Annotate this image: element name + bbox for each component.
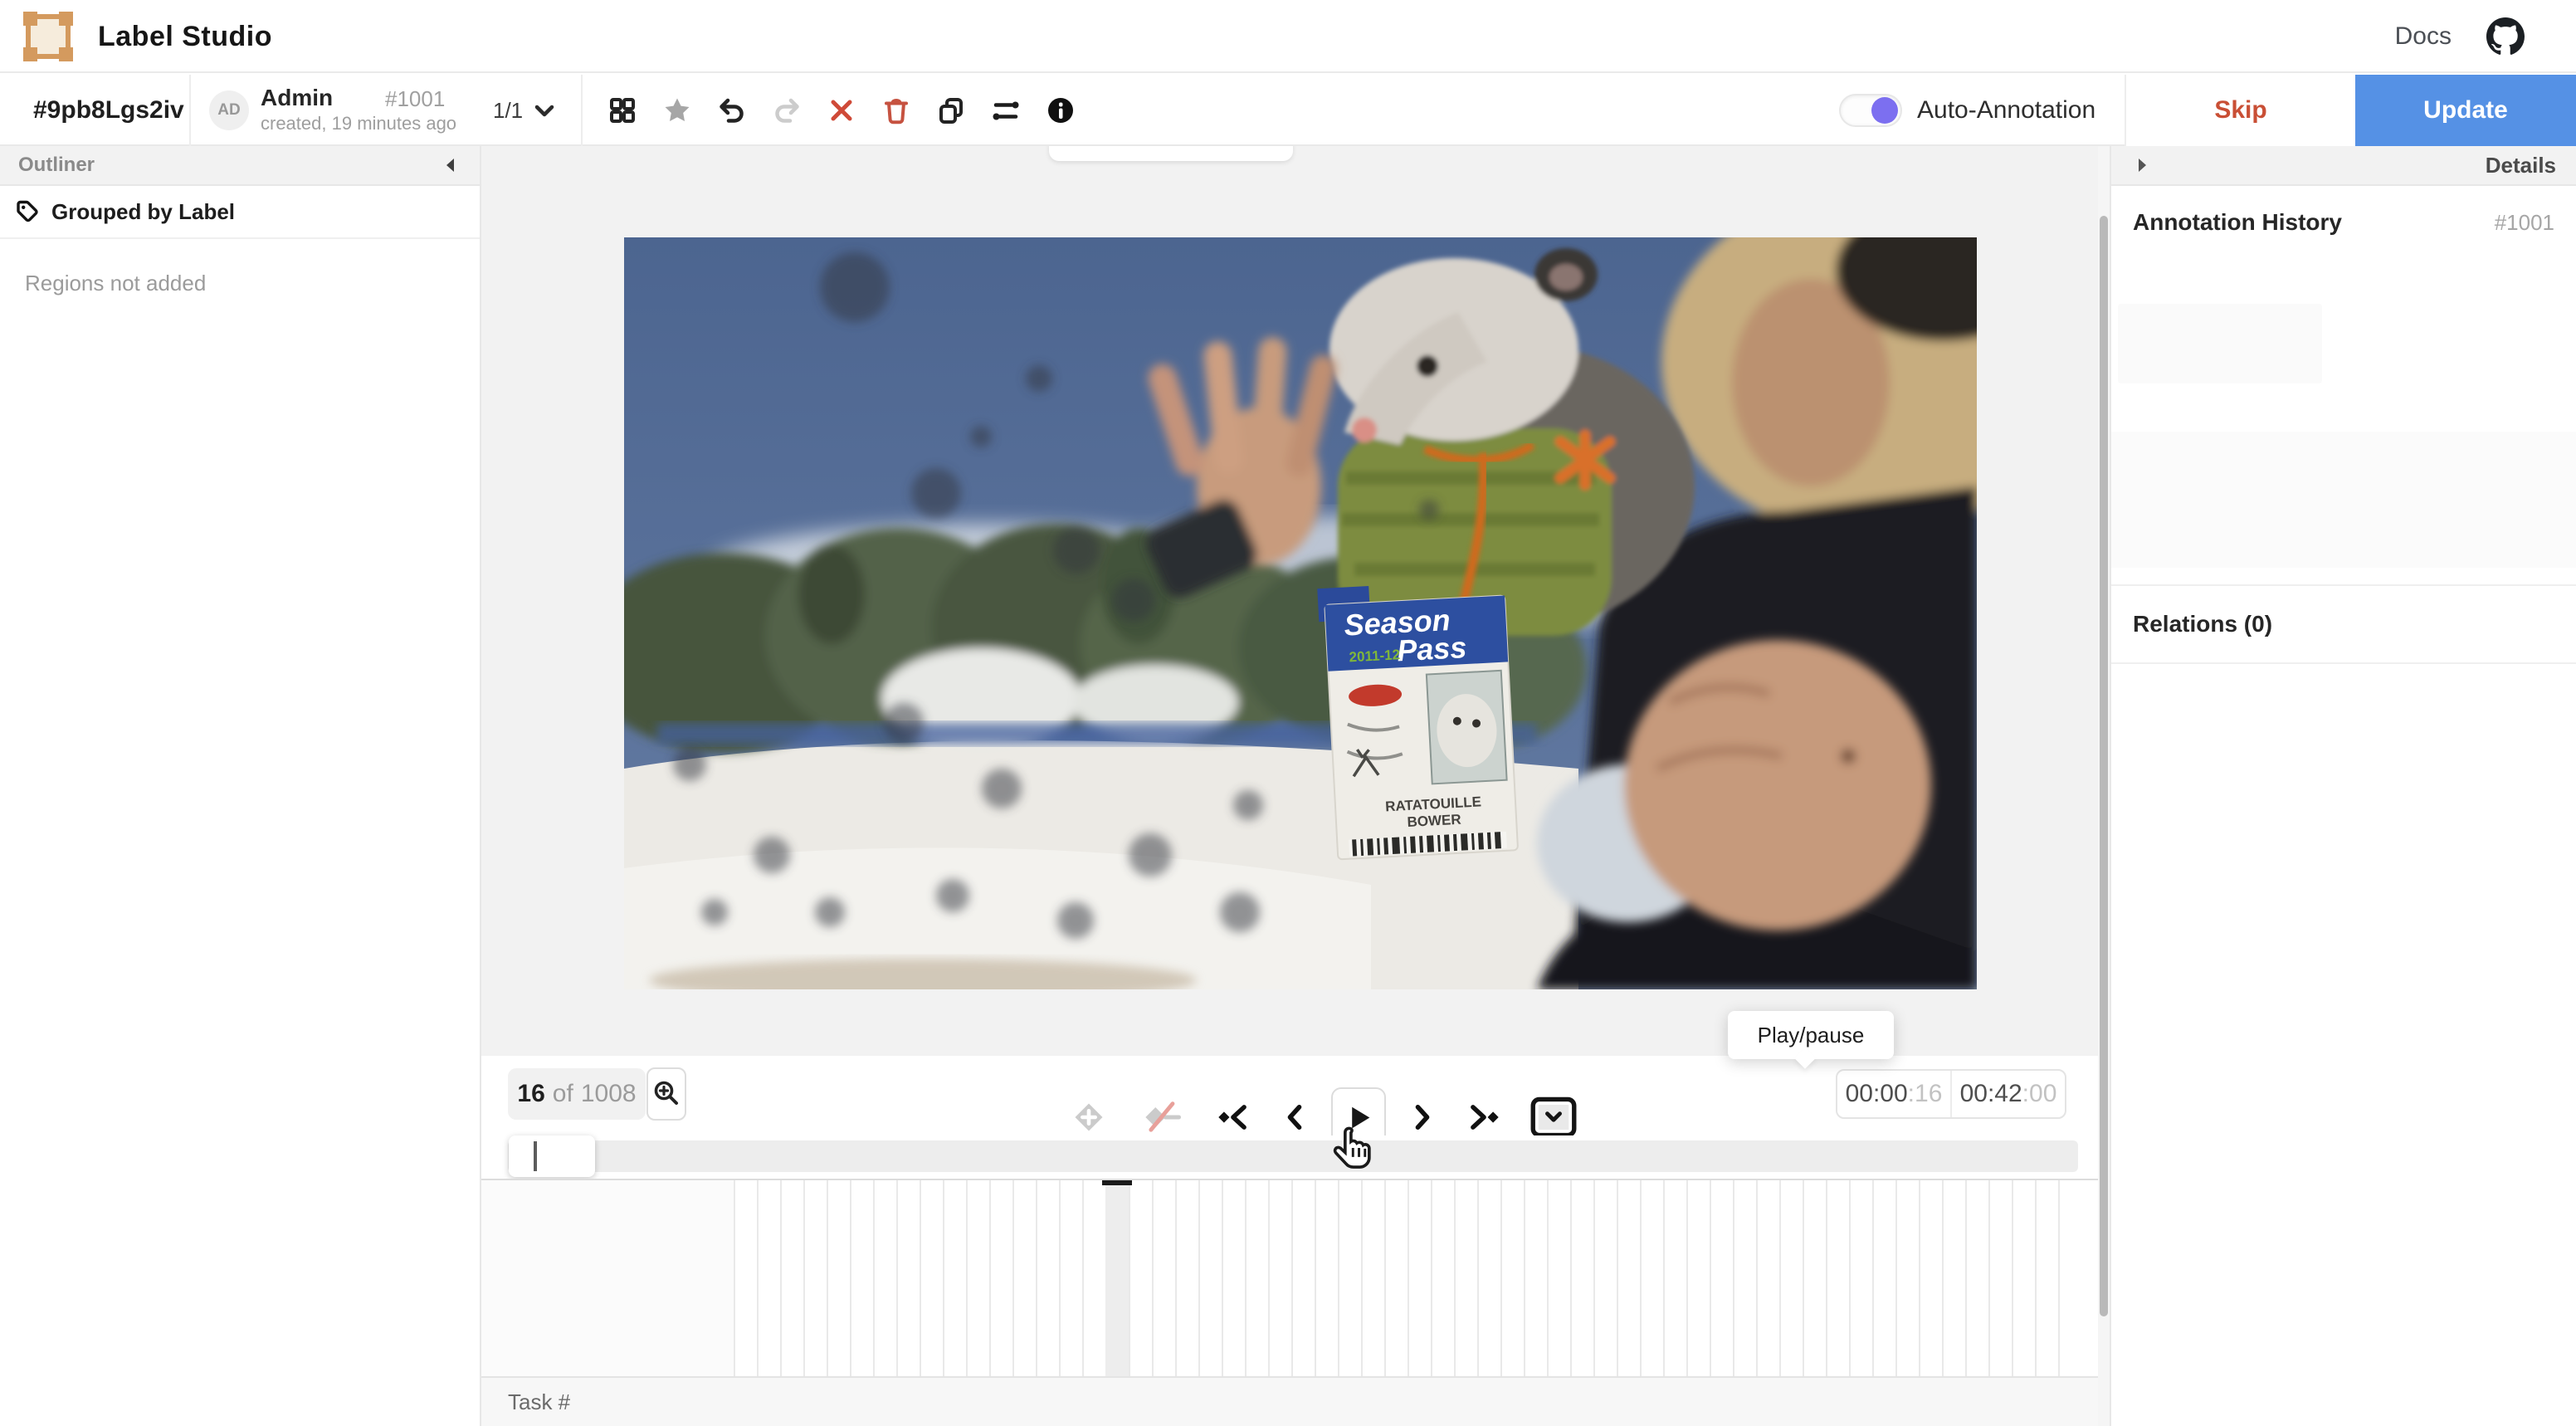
outliner-header: Outliner	[18, 154, 95, 177]
annotation-toolbar	[607, 95, 1076, 125]
frames-timeline[interactable]	[481, 1179, 2098, 1376]
badge-title-line2: Pass	[1396, 630, 1467, 667]
next-frame-icon	[1406, 1101, 1439, 1134]
collapse-left-icon[interactable]	[440, 154, 461, 176]
timeline-collapse-icon	[1530, 1096, 1577, 1138]
docs-link[interactable]: Docs	[2395, 0, 2452, 73]
badge-year: 2011-12	[1349, 647, 1400, 665]
chevron-down-icon[interactable]	[529, 95, 559, 125]
keyframe-remove-button[interactable]	[1134, 1099, 1192, 1135]
next-keyframe-icon	[1465, 1101, 1501, 1134]
regions-empty-state: Regions not added	[0, 239, 480, 296]
next-frame-button[interactable]	[1401, 1101, 1444, 1134]
scrollbar-thumb[interactable]	[2100, 216, 2108, 1316]
grouping-label: Grouped by Label	[51, 199, 235, 225]
frame-separator: of	[553, 1080, 573, 1108]
prev-keyframe-icon	[1216, 1101, 1252, 1134]
details-title: Details	[2486, 153, 2556, 178]
timeline-frame-ticks[interactable]	[734, 1180, 2078, 1378]
prev-frame-icon	[1278, 1101, 1311, 1134]
keyframe-remove-icon	[1142, 1099, 1183, 1135]
current-time-frames: :16	[1908, 1080, 1943, 1108]
expand-right-icon[interactable]	[2131, 154, 2153, 176]
toggle-knob	[1871, 97, 1898, 124]
vertical-scrollbar[interactable]	[2098, 146, 2110, 1426]
label-studio-logo	[22, 10, 75, 63]
seek-row	[481, 1135, 2098, 1179]
total-time-main: 00:42	[1960, 1080, 2022, 1108]
zoom-in-icon	[651, 1078, 682, 1110]
divider	[581, 75, 583, 146]
star-icon[interactable]	[662, 95, 692, 125]
annotation-created: created, 19 minutes ago	[261, 113, 456, 134]
prev-keyframe-button[interactable]	[1208, 1101, 1260, 1134]
close-icon[interactable]	[827, 95, 856, 125]
avatar[interactable]: AD	[209, 90, 249, 130]
annotator-name: Admin	[261, 85, 333, 111]
relations-icon[interactable]	[991, 95, 1021, 125]
task-footer-label: Task #	[508, 1389, 570, 1415]
timeline-label-gutter	[481, 1180, 734, 1378]
zoom-in-button[interactable]	[646, 1067, 686, 1121]
task-id: #9pb8Lgs2iv	[33, 75, 184, 146]
timeline-collapse-button[interactable]	[1530, 1096, 1577, 1138]
timeline-playhead-cap	[1102, 1180, 1132, 1185]
update-button[interactable]: Update	[2355, 75, 2576, 146]
badge-holder-line2: BOWER	[1407, 812, 1461, 830]
app-title: Label Studio	[98, 0, 272, 73]
outliner-grouping[interactable]: Grouped by Label	[0, 186, 480, 239]
seek-track[interactable]	[508, 1140, 2078, 1172]
history-placeholder	[2111, 432, 2576, 568]
annotation-menu-bar: #9pb8Lgs2iv AD Admin #1001 created, 19 m…	[0, 75, 2576, 146]
relations-title: Relations (0)	[2133, 611, 2272, 637]
prev-frame-button[interactable]	[1273, 1101, 1316, 1134]
skip-button[interactable]: Skip	[2126, 75, 2355, 146]
annotation-pager: 1/1	[493, 75, 523, 146]
outliner-panel: Outliner Grouped by Label Regions not ad…	[0, 146, 481, 1426]
frame-counter[interactable]: 16 of 1008	[508, 1068, 646, 1120]
frame-total: 1008	[581, 1080, 637, 1108]
current-time-main: 00:00	[1846, 1080, 1908, 1108]
details-panel: Details Annotation History #1001 Relatio…	[2110, 146, 2576, 1426]
keyframe-add-icon	[1071, 1099, 1107, 1135]
annotation-id: #1001	[385, 86, 445, 112]
total-time: 00:42:00	[1950, 1071, 2065, 1117]
trash-icon[interactable]	[881, 95, 911, 125]
video-area: Season Pass 2011-12 RATATOUILLE BOWER	[481, 146, 2098, 1056]
auto-annotation-label: Auto-Annotation	[1917, 75, 2095, 146]
video-canvas[interactable]: Season Pass 2011-12 RATATOUILLE BOWER	[624, 237, 1977, 989]
tooltip-arrow	[1794, 1048, 1815, 1068]
keyframe-add-button[interactable]	[1062, 1099, 1115, 1135]
undo-icon[interactable]	[717, 95, 747, 125]
annotation-history-title: Annotation History	[2133, 209, 2342, 236]
center-footer: Task #	[481, 1376, 2098, 1426]
redo-icon[interactable]	[772, 95, 802, 125]
relations-section[interactable]: Relations (0)	[2111, 584, 2576, 664]
github-icon[interactable]	[2486, 17, 2525, 56]
top-bar: Label Studio Docs	[0, 0, 2576, 73]
info-icon[interactable]	[1046, 95, 1076, 125]
next-keyframe-button[interactable]	[1457, 1101, 1509, 1134]
history-placeholder	[2118, 304, 2322, 383]
time-display: 00:00:16 00:42:00	[1836, 1069, 2066, 1119]
total-time-frames: :00	[2022, 1080, 2057, 1108]
tooltip-text: Play/pause	[1758, 1023, 1865, 1048]
seek-playhead[interactable]	[534, 1141, 537, 1171]
seek-viewport-handle[interactable]	[509, 1135, 595, 1177]
details-header: Details	[2111, 146, 2576, 186]
grid-icon[interactable]	[607, 95, 637, 125]
divider	[189, 75, 191, 146]
current-time: 00:00:16	[1837, 1071, 1950, 1117]
frame-current: 16	[517, 1080, 544, 1108]
annotation-history-id: #1001	[2495, 210, 2554, 236]
duplicate-icon[interactable]	[936, 95, 966, 125]
auto-annotation-toggle[interactable]	[1839, 94, 1902, 127]
floating-toolbar-pill[interactable]	[1049, 146, 1293, 161]
play-icon	[1342, 1101, 1375, 1134]
main-content: Season Pass 2011-12 RATATOUILLE BOWER	[481, 146, 2098, 1426]
annotation-history-row: Annotation History #1001	[2111, 186, 2576, 236]
tag-icon	[15, 199, 40, 224]
timeline-current-frame[interactable]	[1105, 1180, 1129, 1378]
play-pause-tooltip: Play/pause	[1728, 1011, 1894, 1059]
